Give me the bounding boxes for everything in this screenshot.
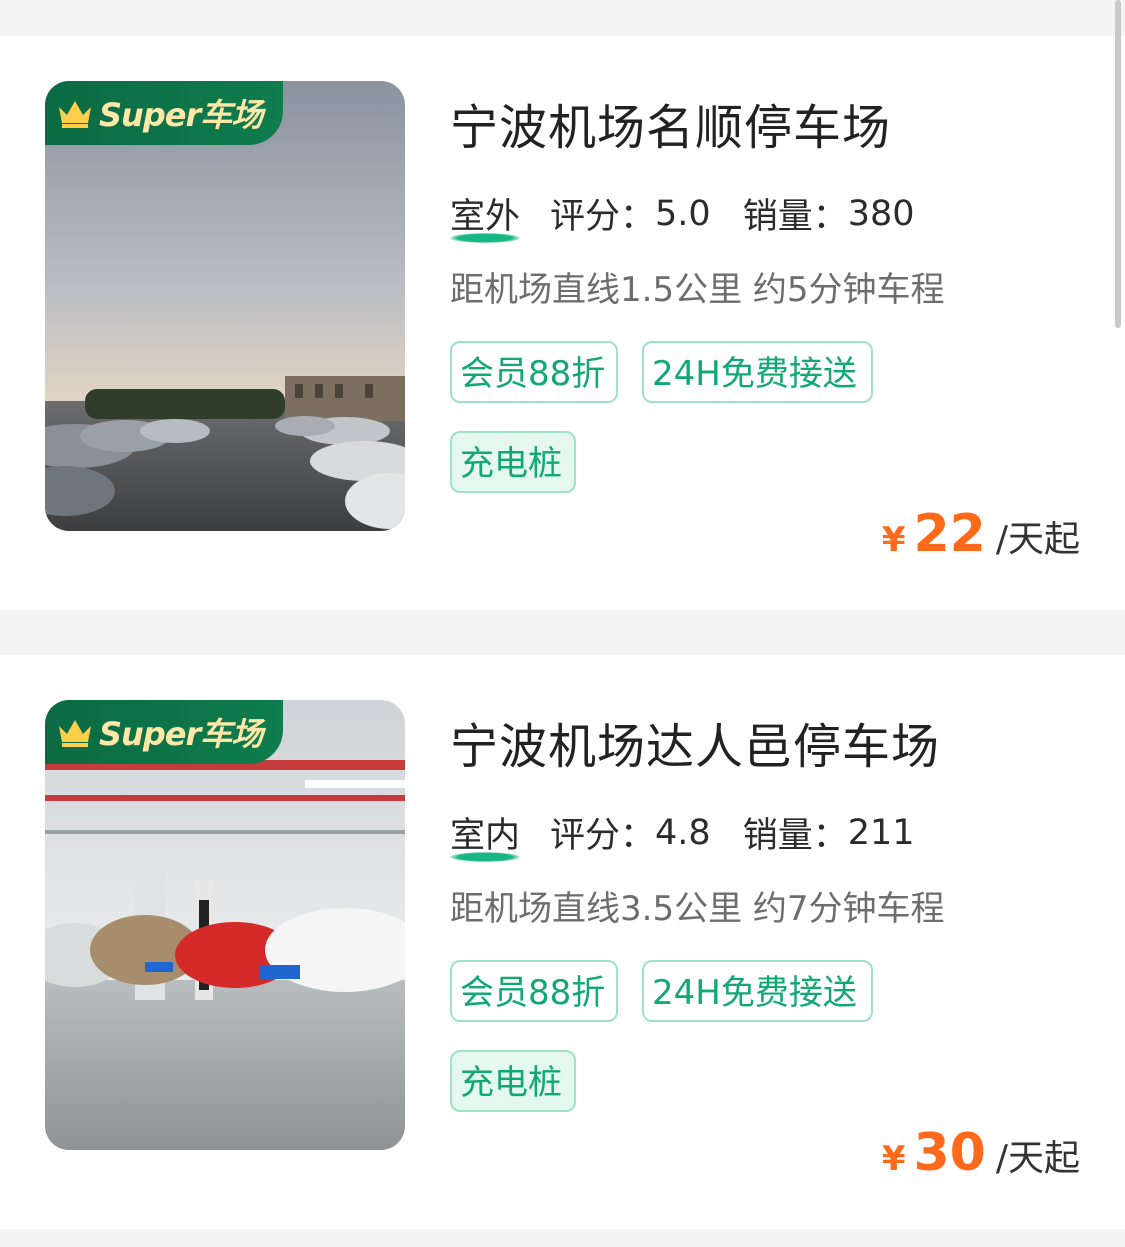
crown-icon: [59, 720, 91, 747]
tag-free-shuttle: 24H免费接送: [642, 960, 873, 1022]
tag-charging-pile: 充电桩: [450, 1050, 576, 1112]
price-unit: /天起: [995, 1138, 1080, 1179]
parking-lot-card[interactable]: Super车场 宁波机场达人邑停车场 室内 评分： 4.8 销量： 211 距机…: [0, 655, 1125, 1229]
rating-label: 评分：: [550, 816, 656, 856]
price-amount: 30: [913, 1123, 986, 1183]
distance-info: 距机场直线3.5公里 约7分钟车程: [450, 889, 945, 929]
sales-label: 销量：: [742, 197, 848, 237]
distance-info: 距机场直线1.5公里 约5分钟车程: [450, 270, 945, 310]
badge-label: Super车场: [99, 715, 263, 753]
tag-member-discount: 会员88折: [450, 960, 618, 1022]
location-type: 室内: [450, 807, 521, 862]
badge-label: Super车场: [99, 96, 263, 134]
price: ¥ 30 /天起: [882, 1123, 1080, 1183]
parking-lot-meta: 室外 评分： 5.0 销量： 380: [450, 188, 915, 243]
sales-value: 211: [847, 812, 915, 853]
indoor-parking-image: [45, 700, 405, 1150]
parking-lot-meta: 室内 评分： 4.8 销量： 211: [450, 807, 915, 862]
rating-label: 评分：: [550, 197, 656, 237]
parking-lot-photo[interactable]: Super车场: [45, 700, 405, 1150]
tag-free-shuttle: 24H免费接送: [642, 341, 873, 403]
price-amount: 22: [913, 504, 986, 564]
currency-symbol: ¥: [881, 520, 906, 560]
super-parking-badge: Super车场: [45, 700, 283, 764]
outdoor-parking-image: [45, 81, 405, 531]
sales-label: 销量：: [742, 816, 848, 856]
location-type: 室外: [450, 188, 521, 243]
scrollbar[interactable]: [1115, 0, 1121, 328]
tag-charging-pile: 充电桩: [450, 431, 576, 493]
parking-lot-name[interactable]: 宁波机场名顺停车场: [450, 88, 891, 158]
price: ¥ 22 /天起: [882, 504, 1080, 564]
price-unit: /天起: [995, 519, 1080, 560]
parking-lot-photo[interactable]: Super车场: [45, 81, 405, 531]
super-parking-badge: Super车场: [45, 81, 283, 145]
tag-member-discount: 会员88折: [450, 341, 618, 403]
rating-value: 5.0: [655, 193, 711, 234]
currency-symbol: ¥: [881, 1139, 906, 1179]
rating-value: 4.8: [655, 812, 711, 853]
crown-icon: [59, 101, 91, 128]
parking-lot-card[interactable]: Super车场 宁波机场名顺停车场 室外 评分： 5.0 销量： 380 距机场…: [0, 36, 1125, 610]
sales-value: 380: [847, 193, 915, 234]
parking-lot-name[interactable]: 宁波机场达人邑停车场: [450, 707, 940, 777]
